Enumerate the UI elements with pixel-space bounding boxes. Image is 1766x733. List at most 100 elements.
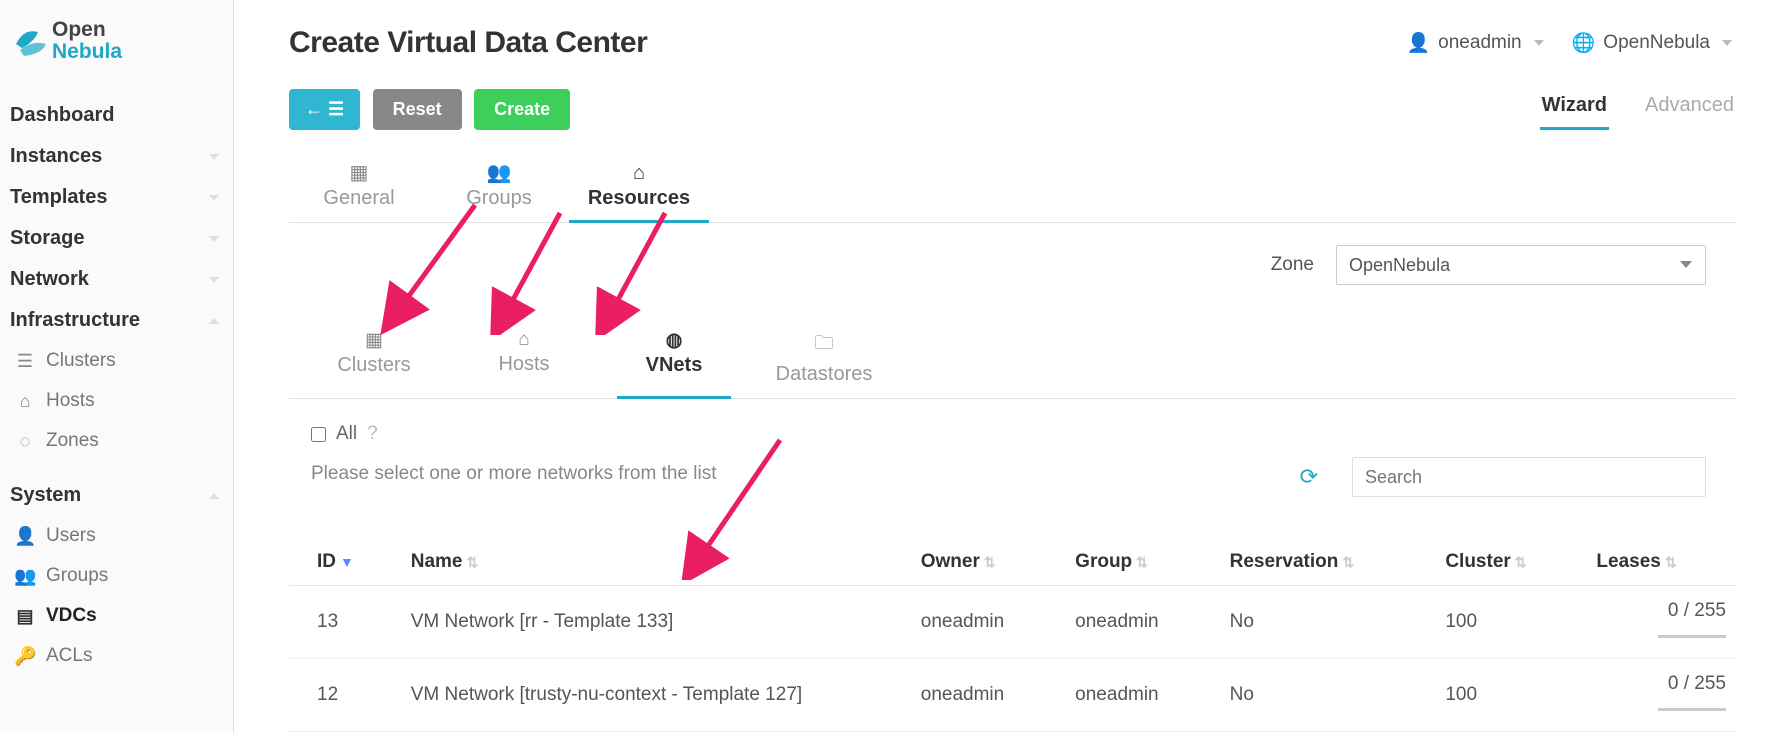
- cell-group: oneadmin: [1065, 586, 1219, 659]
- nav-network[interactable]: Network: [0, 259, 233, 300]
- select-all-checkbox[interactable]: [311, 427, 326, 442]
- chevron-down-icon: [209, 195, 219, 201]
- help-icon[interactable]: ?: [367, 423, 378, 445]
- wizard-tab-label: Resources: [588, 187, 690, 210]
- reset-button[interactable]: Reset: [373, 89, 462, 130]
- sidebar: Open Nebula Dashboard Instances Template…: [0, 0, 234, 733]
- sub-tab-vnets[interactable]: ◍VNets: [599, 325, 749, 398]
- sub-tab-clusters[interactable]: ▦Clusters: [299, 325, 449, 398]
- chevron-down-icon: [209, 154, 219, 160]
- cell-cluster: 100: [1435, 586, 1586, 659]
- cell-cluster: 100: [1435, 659, 1586, 732]
- wizard-tab-general[interactable]: ▦General: [289, 154, 429, 222]
- vnets-table: ID▼ Name⇅ Owner⇅ Group⇅ Reservation⇅ Clu…: [289, 539, 1736, 732]
- globe-icon: 🌐: [1572, 31, 1596, 55]
- chevron-down-icon: [1722, 40, 1732, 46]
- nav-system[interactable]: System: [0, 475, 233, 516]
- host-icon: ⌂: [14, 391, 36, 412]
- sidebar-item-label: Groups: [46, 565, 108, 587]
- svg-text:Open: Open: [52, 18, 106, 41]
- nav-infrastructure[interactable]: Infrastructure: [0, 300, 233, 341]
- user-label: oneadmin: [1438, 32, 1521, 54]
- col-leases[interactable]: Leases⇅: [1586, 539, 1736, 586]
- nav-instances[interactable]: Instances: [0, 136, 233, 177]
- page-title: Create Virtual Data Center: [289, 26, 647, 60]
- cell-owner: oneadmin: [911, 586, 1065, 659]
- sidebar-item-label: VDCs: [46, 605, 97, 627]
- create-button[interactable]: Create: [474, 89, 570, 130]
- wizard-tab-groups[interactable]: 👥Groups: [429, 154, 569, 222]
- cell-reservation: No: [1220, 659, 1436, 732]
- sub-tab-datastores[interactable]: 🗀Datastores: [749, 325, 899, 398]
- svg-text:Nebula: Nebula: [52, 40, 122, 63]
- col-owner[interactable]: Owner⇅: [911, 539, 1065, 586]
- clusters-icon: ▦: [365, 329, 383, 352]
- search-input[interactable]: [1352, 457, 1706, 497]
- zone-menu[interactable]: 🌐 OpenNebula: [1572, 31, 1732, 55]
- cell-leases: 0 / 255: [1586, 659, 1736, 732]
- grid-icon: ▦: [350, 160, 369, 185]
- disk-icon: ⌂: [633, 162, 645, 185]
- col-group[interactable]: Group⇅: [1065, 539, 1219, 586]
- globe-icon: ◌: [14, 431, 36, 452]
- sidebar-item-hosts[interactable]: ⌂ Hosts: [0, 381, 233, 421]
- chevron-down-icon: [209, 236, 219, 242]
- chevron-up-icon: [209, 493, 219, 499]
- sidebar-item-vdcs[interactable]: ▤ VDCs: [0, 596, 233, 636]
- user-icon: 👤: [14, 526, 36, 547]
- nav-storage[interactable]: Storage: [0, 218, 233, 259]
- chevron-down-icon: [209, 277, 219, 283]
- sub-tab-label: VNets: [646, 354, 703, 377]
- group-icon: 👥: [14, 566, 36, 587]
- user-icon: 👤: [1407, 31, 1431, 55]
- col-id[interactable]: ID▼: [289, 539, 401, 586]
- globe-icon: ◍: [666, 329, 683, 352]
- cell-id: 12: [289, 659, 401, 732]
- zone-field-label: Zone: [1271, 254, 1314, 276]
- mode-tab-wizard[interactable]: Wizard: [1540, 88, 1609, 130]
- vdc-icon: ▤: [14, 606, 36, 627]
- chevron-down-icon: [1534, 40, 1544, 46]
- cell-group: oneadmin: [1065, 659, 1219, 732]
- nav-templates[interactable]: Templates: [0, 177, 233, 218]
- chevron-up-icon: [209, 318, 219, 324]
- zone-label: OpenNebula: [1603, 32, 1710, 54]
- sub-tab-label: Datastores: [776, 363, 873, 386]
- topbar: Create Virtual Data Center 👤 oneadmin 🌐 Op…: [289, 0, 1736, 78]
- wizard-tab-label: General: [323, 187, 394, 210]
- nav-dashboard[interactable]: Dashboard: [0, 95, 233, 136]
- refresh-button[interactable]: ⟳: [1300, 464, 1318, 490]
- sidebar-item-label: ACLs: [46, 645, 92, 667]
- sidebar-item-label: Clusters: [46, 350, 116, 372]
- main-content: Create Virtual Data Center 👤 oneadmin 🌐 Op…: [234, 0, 1766, 733]
- col-cluster[interactable]: Cluster⇅: [1435, 539, 1586, 586]
- sidebar-item-users[interactable]: 👤 Users: [0, 516, 233, 556]
- sub-tab-label: Clusters: [337, 354, 410, 377]
- col-name[interactable]: Name⇅: [401, 539, 911, 586]
- mode-tab-advanced[interactable]: Advanced: [1643, 88, 1736, 130]
- cell-owner: oneadmin: [911, 659, 1065, 732]
- zone-select[interactable]: OpenNebula: [1336, 245, 1706, 285]
- sidebar-item-label: Hosts: [46, 390, 95, 412]
- acl-icon: 🔑: [14, 646, 36, 667]
- sidebar-item-zones[interactable]: ◌ Zones: [0, 421, 233, 461]
- clusters-icon: ☰: [14, 351, 36, 372]
- cell-name: VM Network [rr - Template 133]: [401, 586, 911, 659]
- sub-tab-hosts[interactable]: ⌂Hosts: [449, 325, 599, 398]
- sidebar-item-clusters[interactable]: ☰ Clusters: [0, 341, 233, 381]
- wizard-tab-resources[interactable]: ⌂Resources: [569, 154, 709, 222]
- logo: Open Nebula: [0, 0, 233, 93]
- col-reservation[interactable]: Reservation⇅: [1220, 539, 1436, 586]
- table-row[interactable]: 13 VM Network [rr - Template 133] oneadm…: [289, 586, 1736, 659]
- sidebar-item-label: Users: [46, 525, 96, 547]
- sidebar-item-acls[interactable]: 🔑 ACLs: [0, 636, 233, 676]
- sidebar-item-groups[interactable]: 👥 Groups: [0, 556, 233, 596]
- user-menu[interactable]: 👤 oneadmin: [1407, 31, 1544, 55]
- folder-icon: 🗀: [814, 329, 833, 361]
- cell-name: VM Network [trusty-nu-context - Template…: [401, 659, 911, 732]
- group-icon: 👥: [487, 160, 512, 185]
- select-all-label: All: [336, 423, 357, 445]
- table-row[interactable]: 12 VM Network [trusty-nu-context - Templ…: [289, 659, 1736, 732]
- back-button[interactable]: ← ☰: [289, 89, 360, 130]
- sidebar-item-label: Zones: [46, 430, 99, 452]
